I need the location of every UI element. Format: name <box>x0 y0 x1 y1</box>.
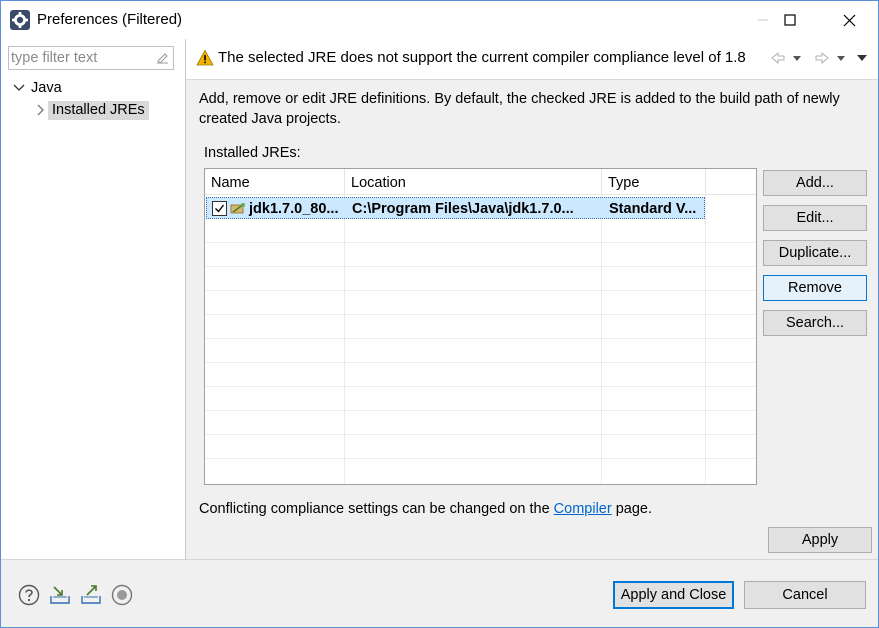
table-row-empty <box>205 291 756 315</box>
export-icon[interactable] <box>79 583 103 607</box>
cancel-button[interactable]: Cancel <box>744 581 866 609</box>
forward-arrow-icon[interactable] <box>814 49 830 67</box>
jre-location-cell: C:\Program Files\Java\jdk1.7.0... <box>352 201 574 217</box>
filter-field[interactable] <box>8 46 174 70</box>
edit-jre-button[interactable]: Edit... <box>763 205 867 231</box>
compiler-page-link[interactable]: Compiler <box>554 501 612 517</box>
duplicate-jre-button[interactable]: Duplicate... <box>763 240 867 266</box>
clear-filter-icon[interactable] <box>155 50 169 64</box>
compliance-note: Conflicting compliance settings can be c… <box>199 501 652 517</box>
filter-input[interactable] <box>11 48 151 67</box>
page-message-banner: The selected JRE does not support the cu… <box>186 39 878 80</box>
apply-and-close-button[interactable]: Apply and Close <box>613 581 734 609</box>
chevron-down-icon[interactable] <box>13 83 25 93</box>
forward-dropdown-icon[interactable] <box>836 49 846 67</box>
eclipse-app-icon <box>10 10 30 30</box>
tree-item-java[interactable]: Java <box>13 78 62 98</box>
column-header-location[interactable]: Location <box>345 169 602 194</box>
view-menu-icon[interactable] <box>856 49 868 67</box>
chevron-right-icon[interactable] <box>35 104 45 116</box>
tree-item-label: Java <box>31 80 62 96</box>
import-icon[interactable] <box>48 583 72 607</box>
maximize-button[interactable] <box>767 1 813 39</box>
table-row-empty <box>205 243 756 267</box>
table-row-empty <box>205 387 756 411</box>
close-button[interactable] <box>826 1 872 39</box>
warning-message: The selected JRE does not support the cu… <box>218 49 746 66</box>
title-bar: Preferences (Filtered) <box>1 1 878 39</box>
table-row-empty <box>205 435 756 459</box>
table-row-empty <box>205 267 756 291</box>
tree-item-label: Installed JREs <box>48 100 149 120</box>
maximize-icon <box>784 14 796 26</box>
preferences-window: Preferences (Filtered) Java Installed JR… <box>0 0 879 628</box>
table-row-empty <box>205 219 756 243</box>
jre-type-cell: Standard V... <box>609 201 697 217</box>
search-jre-button[interactable]: Search... <box>763 310 867 336</box>
compliance-note-prefix: Conflicting compliance settings can be c… <box>199 501 554 517</box>
checkmark-icon <box>215 204 225 213</box>
table-row-empty <box>205 411 756 435</box>
table-row-empty <box>205 339 756 363</box>
installed-jres-table[interactable]: Name Location Type jdk1.7.0_80... C:\Pro… <box>204 168 757 485</box>
page-description: Add, remove or edit JRE definitions. By … <box>199 91 840 127</box>
record-icon[interactable] <box>110 583 134 607</box>
add-jre-button[interactable]: Add... <box>763 170 867 196</box>
column-header-name[interactable]: Name <box>205 169 345 194</box>
back-arrow-icon[interactable] <box>770 49 786 67</box>
window-title: Preferences (Filtered) <box>37 11 183 28</box>
apply-button[interactable]: Apply <box>768 527 872 553</box>
default-jre-checkbox[interactable] <box>212 201 227 216</box>
installed-jres-label: Installed JREs: <box>204 145 301 161</box>
close-icon <box>843 14 855 26</box>
compliance-note-suffix: page. <box>611 501 653 517</box>
table-row-empty <box>205 363 756 387</box>
column-header-type[interactable]: Type <box>602 169 706 194</box>
table-row[interactable]: jdk1.7.0_80... C:\Program Files\Java\jdk… <box>206 197 705 219</box>
back-dropdown-icon[interactable] <box>792 49 802 67</box>
preference-tree-panel: Java Installed JREs <box>1 39 186 559</box>
table-row-empty <box>205 315 756 339</box>
remove-jre-button[interactable]: Remove <box>763 275 867 301</box>
footer-separator <box>1 559 878 560</box>
warning-icon <box>196 49 214 66</box>
table-header: Name Location Type <box>205 169 756 195</box>
tree-item-installed-jres[interactable]: Installed JREs <box>35 99 149 121</box>
history-navigation <box>770 49 874 67</box>
jre-name-cell: jdk1.7.0_80... <box>249 201 339 217</box>
jre-library-icon <box>230 203 245 214</box>
help-icon[interactable] <box>17 583 41 607</box>
